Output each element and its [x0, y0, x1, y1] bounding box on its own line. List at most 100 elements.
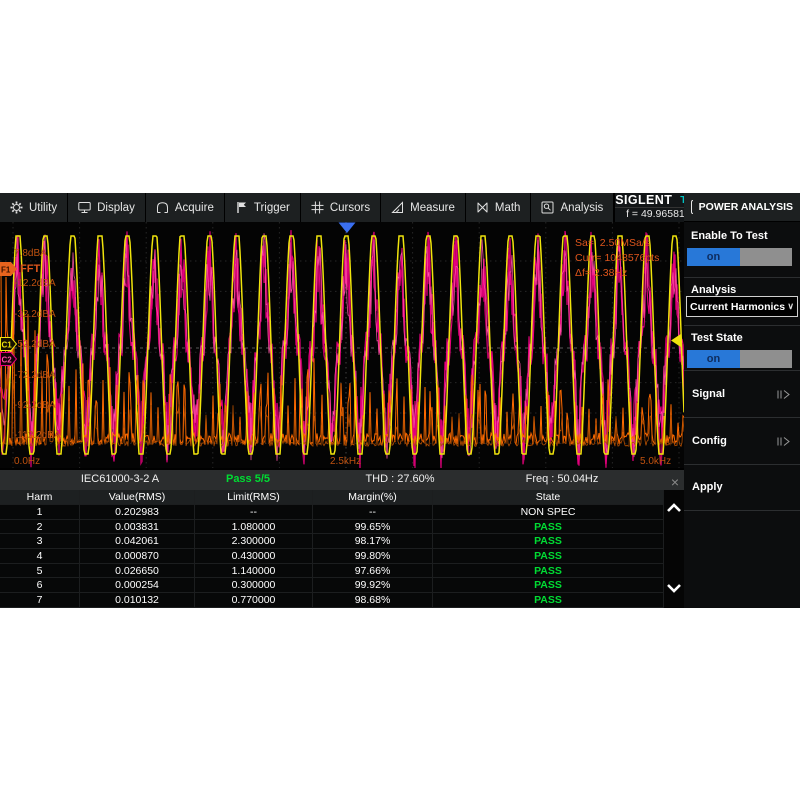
analysis-dropdown[interactable]: Current Harmonics ∨ — [686, 296, 798, 317]
trigger-flag-icon — [235, 201, 248, 214]
fft-scale-label: 7.8dBA — [14, 248, 47, 259]
state-cell: PASS — [433, 549, 664, 564]
fft-scale-label: -12.2dBA — [14, 278, 56, 289]
analysis-selected-value: Current Harmonics — [690, 301, 785, 313]
test-state-label: Test State — [691, 332, 743, 344]
signal-menu-item[interactable]: Signal — [684, 382, 800, 406]
toggle-off-segment — [740, 350, 792, 368]
signal-label: Signal — [692, 388, 725, 400]
table-cell: 0.300000 — [195, 578, 313, 593]
table-cell: 1.140000 — [195, 564, 313, 579]
acq-info-line: Curr= 1048576pts — [575, 251, 659, 266]
menu-trigger[interactable]: Trigger — [225, 193, 301, 222]
table-cell: 3 — [0, 534, 80, 549]
acquire-icon — [156, 201, 169, 214]
menu-cursors[interactable]: Cursors — [301, 193, 381, 222]
menu-measure[interactable]: Measure — [381, 193, 466, 222]
menu-math[interactable]: Math — [466, 193, 532, 222]
trigger-position-marker[interactable] — [338, 222, 356, 234]
state-cell: NON SPEC — [433, 505, 664, 520]
scroll-up-icon[interactable] — [666, 502, 682, 514]
config-label: Config — [692, 435, 727, 447]
table-cell: 5 — [0, 564, 80, 579]
expand-right-icon — [776, 389, 792, 400]
table-cell: 0.026650 — [80, 564, 195, 579]
table-cell: 4 — [0, 549, 80, 564]
scroll-down-icon[interactable] — [666, 582, 682, 594]
table-cell: 1.080000 — [195, 520, 313, 535]
state-cell: PASS — [433, 578, 664, 593]
svg-text:C2: C2 — [2, 356, 13, 365]
enable-to-test-label: Enable To Test — [691, 230, 768, 242]
menu-label: Display — [97, 202, 135, 214]
apply-menu-item[interactable]: Apply — [684, 475, 800, 499]
state-cell: PASS — [433, 520, 664, 535]
document-icon — [691, 200, 693, 214]
menu-analysis[interactable]: Analysis — [531, 193, 614, 222]
fft-channel-marker[interactable]: F1 — [0, 262, 18, 276]
table-cell: 0.000870 — [80, 549, 195, 564]
fft-scale-label: -92.2dBA — [14, 400, 56, 411]
math-icon — [476, 201, 489, 214]
cursors-icon — [311, 201, 324, 214]
table-cell: 1 — [0, 505, 80, 520]
menu-label: Acquire — [175, 202, 214, 214]
display-icon — [78, 201, 91, 214]
toggle-on-segment: on — [687, 350, 740, 368]
close-icon[interactable]: × — [671, 473, 679, 491]
divider — [684, 510, 800, 511]
fft-scale-label: -112.2dBA — [14, 430, 61, 441]
divider — [684, 417, 800, 418]
analysis-label: Analysis — [691, 284, 736, 296]
svg-text:C1: C1 — [2, 341, 13, 350]
table-cell: 0.042061 — [80, 534, 195, 549]
freq-readout: Freq : 50.04Hz — [526, 473, 599, 485]
enable-to-test-toggle[interactable]: on — [687, 248, 792, 266]
table-cell: 99.65% — [313, 520, 433, 535]
siglent-logo: SIGLENT — [615, 193, 672, 207]
menu-display[interactable]: Display — [68, 193, 146, 222]
table-cell: 98.17% — [313, 534, 433, 549]
table-cell: 97.66% — [313, 564, 433, 579]
table-header-limitrms: Limit(RMS) — [195, 490, 313, 505]
table-cell: 99.80% — [313, 549, 433, 564]
acq-info-line: Δf= 2.38Hz — [575, 266, 659, 281]
state-cell: PASS — [433, 593, 664, 608]
state-cell: PASS — [433, 564, 664, 579]
waveform-display[interactable]: 7.8dBA-12.2dBA-32.2dBA-52.2dBA-72.2dBA-9… — [0, 222, 684, 468]
channel-2-marker[interactable]: C2 — [0, 352, 18, 366]
menu-utility[interactable]: Utility — [0, 193, 68, 222]
analysis-icon — [541, 201, 554, 214]
menu-label: Utility — [29, 202, 57, 214]
table-cell: 6 — [0, 578, 80, 593]
panel-header: POWER ANALYSIS — [684, 193, 800, 222]
trigger-level-marker[interactable] — [671, 333, 682, 348]
harmonics-table: HarmValue(RMS)Limit(RMS)Margin(%)State10… — [0, 490, 664, 608]
menu-label: Analysis — [560, 202, 603, 214]
table-cell: 99.92% — [313, 578, 433, 593]
oscilloscope-ui: Utility Display Acquire Trigger Cursors Measu… — [0, 193, 800, 608]
table-header-state: State — [433, 490, 664, 505]
table-header-valuerms: Value(RMS) — [80, 490, 195, 505]
menu-acquire[interactable]: Acquire — [146, 193, 225, 222]
table-cell: 2 — [0, 520, 80, 535]
results-bar: IEC61000-3-2 A Pass 5/5 THD : 27.60% Fre… — [0, 470, 684, 490]
table-header-harm: Harm — [0, 490, 80, 505]
acquisition-info: Sa= 2.50MSa/sCurr= 1048576ptsΔf= 2.38Hz — [575, 236, 659, 281]
divider — [684, 370, 800, 371]
menu-label: Math — [495, 202, 521, 214]
svg-text:F1: F1 — [1, 266, 11, 275]
pass-result: Pass 5/5 — [226, 473, 270, 485]
table-scrollbar — [664, 490, 684, 608]
channel-1-marker[interactable]: C1 — [0, 337, 18, 351]
config-menu-item[interactable]: Config — [684, 429, 800, 453]
menu-label: Cursors — [330, 202, 370, 214]
divider — [684, 325, 800, 326]
divider — [684, 277, 800, 278]
measure-icon — [391, 201, 404, 214]
test-state-toggle[interactable]: on — [687, 350, 792, 368]
menu-label: Trigger — [254, 202, 290, 214]
fft-scale-label: -32.2dBA — [14, 309, 56, 320]
test-standard: IEC61000-3-2 A — [81, 473, 159, 485]
state-cell: PASS — [433, 534, 664, 549]
